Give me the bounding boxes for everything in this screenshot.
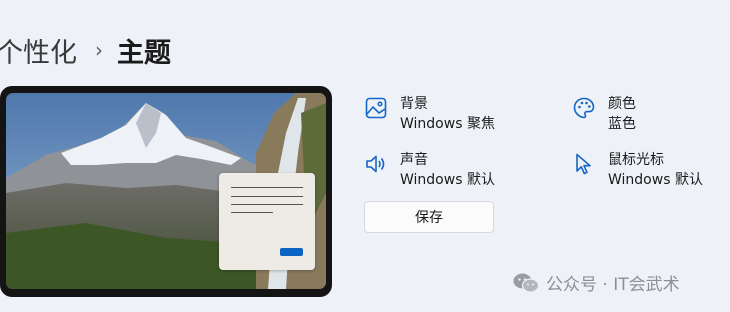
watermark: 公众号 · IT会武术 bbox=[512, 270, 680, 295]
palette-icon bbox=[573, 97, 595, 119]
speaker-icon bbox=[366, 155, 385, 173]
wechat-icon bbox=[513, 273, 540, 293]
preview-dialog bbox=[219, 173, 315, 270]
setting-sound[interactable]: 声音 Windows 默认 bbox=[364, 150, 495, 190]
setting-cursor[interactable]: 鼠标光标 Windows 默认 bbox=[572, 150, 703, 190]
setting-value: 蓝色 bbox=[608, 116, 636, 132]
dialog-line bbox=[231, 204, 303, 205]
dialog-accent-button bbox=[280, 248, 303, 256]
setting-value: Windows 聚焦 bbox=[400, 116, 495, 132]
image-icon bbox=[365, 97, 387, 119]
cursor-icon bbox=[576, 153, 591, 175]
page-title: 主题 bbox=[117, 37, 171, 69]
setting-value: Windows 默认 bbox=[608, 172, 703, 188]
breadcrumb-parent[interactable]: 个性化 bbox=[0, 31, 77, 70]
setting-label: 鼠标光标 bbox=[608, 152, 664, 168]
setting-label: 颜色 bbox=[608, 96, 636, 112]
dialog-line bbox=[231, 187, 303, 188]
theme-preview bbox=[0, 86, 332, 297]
setting-background[interactable]: 背景 Windows 聚焦 bbox=[364, 94, 495, 134]
save-button[interactable]: 保存 bbox=[364, 201, 494, 233]
dialog-line bbox=[231, 212, 273, 213]
breadcrumb: 个性化 › 主题 bbox=[0, 28, 171, 72]
breadcrumb-separator: › bbox=[95, 38, 103, 62]
setting-label: 背景 bbox=[400, 96, 428, 112]
setting-label: 声音 bbox=[400, 152, 428, 168]
setting-value: Windows 默认 bbox=[400, 172, 495, 188]
dialog-line bbox=[231, 196, 303, 197]
watermark-text: 公众号 · IT会武术 bbox=[546, 275, 680, 295]
setting-color[interactable]: 颜色 蓝色 bbox=[572, 94, 636, 134]
theme-preview-screen bbox=[6, 93, 326, 289]
